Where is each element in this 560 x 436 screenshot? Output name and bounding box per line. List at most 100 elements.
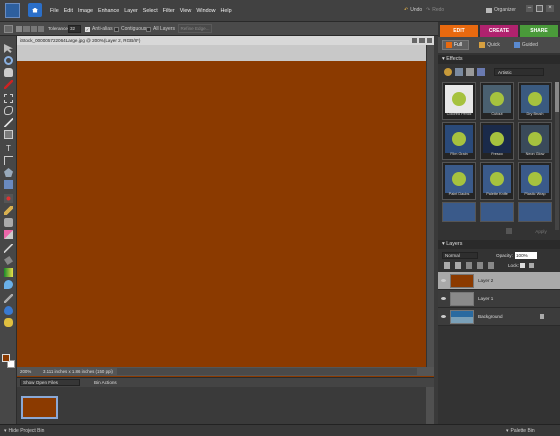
organizer-button[interactable]: Organizer: [486, 7, 516, 13]
menu-layer[interactable]: Layer: [124, 8, 138, 14]
vertical-scrollbar[interactable]: [426, 45, 434, 376]
show-open-files-dropdown[interactable]: Show Open Files: [20, 379, 80, 386]
effect-thumb[interactable]: Dry Brush: [518, 82, 552, 120]
layers-panel-header[interactable]: ▾ Layers: [438, 240, 560, 249]
effect-thumb[interactable]: Plastic Wrap: [518, 162, 552, 200]
tab-edit[interactable]: EDIT: [440, 25, 478, 37]
blend-mode-dropdown[interactable]: Normal: [442, 252, 478, 259]
menu-enhance[interactable]: Enhance: [98, 8, 119, 14]
healing-brush-icon[interactable]: [4, 206, 13, 215]
marquee-tool-icon[interactable]: [4, 94, 13, 103]
tolerance-label: Tolerance:: [48, 26, 70, 31]
image-canvas[interactable]: [17, 61, 434, 389]
move-tool-icon[interactable]: [4, 44, 13, 53]
menu-filter[interactable]: Filter: [163, 8, 175, 14]
effect-thumb[interactable]: Colored Pencil: [442, 82, 476, 120]
toolbox: T: [0, 36, 17, 424]
lock-transparency-icon[interactable]: [520, 263, 525, 268]
type-tool-icon[interactable]: T: [4, 144, 13, 153]
effects-panel-header[interactable]: ▾ Effects: [438, 55, 560, 64]
anti-alias-checkbox[interactable]: ✓ Anti-alias: [85, 26, 113, 32]
menu-window[interactable]: Window: [196, 8, 215, 14]
cookie-cutter-icon[interactable]: [4, 168, 13, 177]
eye-icon[interactable]: [441, 279, 446, 282]
straighten-tool-icon[interactable]: [4, 180, 13, 189]
menu-help[interactable]: Help: [221, 8, 232, 14]
gradient-tool-icon[interactable]: [4, 268, 13, 277]
effect-thumb[interactable]: Fresco: [480, 122, 514, 160]
crop-tool-icon[interactable]: [4, 156, 13, 165]
menu-select[interactable]: Select: [143, 8, 158, 14]
tolerance-field[interactable]: 32: [68, 25, 81, 33]
hide-project-bin-button[interactable]: ▾ Hide Project Bin: [4, 428, 44, 434]
opacity-field[interactable]: 100%: [515, 252, 537, 259]
menu-bar: File Edit Image Enhance Layer Select Fil…: [0, 0, 560, 22]
zoom-level[interactable]: 200%: [20, 369, 31, 374]
layer-row-layer-1[interactable]: Layer 1: [438, 290, 560, 308]
brush-tool-icon[interactable]: [4, 244, 13, 253]
effects-type-icons[interactable]: [444, 68, 490, 76]
document-size: 3.111 inches x 1.86 inches (150 ppi): [43, 369, 113, 374]
layer-row-layer-2[interactable]: Layer 2: [438, 272, 560, 290]
clone-stamp-icon[interactable]: [4, 218, 13, 227]
effects-scrollbar[interactable]: [555, 82, 559, 230]
mode-guided[interactable]: Guided: [510, 41, 542, 49]
apply-button[interactable]: Apply: [526, 228, 556, 236]
eye-icon[interactable]: [441, 297, 446, 300]
effect-thumb[interactable]: Film Grain: [442, 122, 476, 160]
effect-preview-image: [445, 85, 473, 113]
layer-action-icons[interactable]: [444, 262, 494, 269]
effect-thumb[interactable]: Palette Knife: [480, 162, 514, 200]
effect-thumb[interactable]: Cutout: [480, 82, 514, 120]
project-bin-scrollbar[interactable]: [426, 387, 434, 425]
menu-view[interactable]: View: [180, 8, 192, 14]
document-window-controls[interactable]: [412, 38, 432, 43]
shape-tool-icon[interactable]: [4, 280, 13, 289]
lasso-tool-icon[interactable]: [4, 106, 13, 115]
eraser-tool-icon[interactable]: [4, 230, 13, 239]
lock-all-icon[interactable]: [529, 263, 534, 268]
sponge-tool-icon[interactable]: [4, 318, 13, 327]
palette-bin-button[interactable]: ▾ Palette Bin: [506, 428, 535, 434]
maximize-button[interactable]: [536, 5, 543, 12]
tab-create[interactable]: CREATE: [480, 25, 518, 37]
zoom-tool-icon[interactable]: [4, 56, 13, 65]
bin-actions-menu[interactable]: Bin Actions: [94, 380, 117, 385]
menu-edit[interactable]: Edit: [64, 8, 73, 14]
redo-button[interactable]: ↷ Redo: [426, 7, 444, 13]
minimize-button[interactable]: –: [526, 5, 533, 12]
effects-category-dropdown[interactable]: Artistic: [494, 68, 544, 76]
effects-grid: Colored Pencil Cutout Dry Brush Film Grain F…: [442, 82, 554, 244]
edit-mode-bar: Full Quick Guided: [438, 37, 560, 53]
menu-file[interactable]: File: [50, 8, 59, 14]
blur-tool-icon[interactable]: [4, 306, 13, 315]
foreground-color-swatch[interactable]: [2, 354, 10, 362]
tab-share[interactable]: SHARE: [520, 25, 558, 37]
home-icon[interactable]: [28, 3, 42, 17]
effect-thumb[interactable]: Neon Glow: [518, 122, 552, 160]
effect-thumb[interactable]: Paint Daubs: [442, 162, 476, 200]
mode-quick[interactable]: Quick: [473, 41, 506, 49]
red-eye-tool-icon[interactable]: [4, 194, 13, 203]
eyedropper-tool-icon[interactable]: [4, 80, 13, 89]
effect-preview-image: [483, 125, 511, 153]
undo-button[interactable]: ↶ Undo: [404, 7, 422, 13]
mode-full[interactable]: Full: [442, 40, 470, 50]
smudge-tool-icon[interactable]: [4, 294, 13, 303]
menu-image[interactable]: Image: [78, 8, 93, 14]
selection-mode-icons[interactable]: [16, 26, 44, 32]
paint-bucket-icon[interactable]: [4, 256, 13, 265]
magic-wand-icon[interactable]: [4, 118, 13, 127]
all-layers-checkbox[interactable]: All Layers: [146, 26, 175, 32]
eye-icon[interactable]: [441, 315, 446, 318]
open-file-thumbnail[interactable]: [21, 396, 58, 419]
layer-row-background[interactable]: Background: [438, 308, 560, 326]
close-button[interactable]: ×: [546, 5, 554, 12]
effect-label: Colored Pencil: [446, 112, 472, 116]
contiguous-checkbox[interactable]: Contiguous: [114, 26, 146, 32]
trash-icon[interactable]: [506, 228, 512, 234]
refine-edge-button[interactable]: Refine Edge...: [178, 24, 212, 33]
hand-tool-icon[interactable]: [4, 68, 13, 77]
horizontal-scrollbar[interactable]: [117, 368, 417, 375]
selection-brush-icon[interactable]: [4, 130, 13, 139]
